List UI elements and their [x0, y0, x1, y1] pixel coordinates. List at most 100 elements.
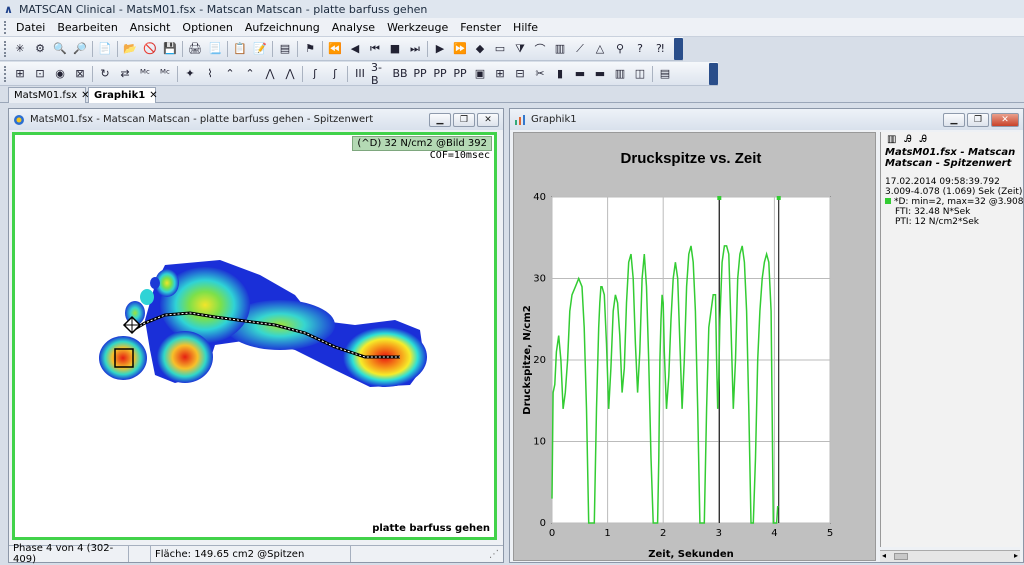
toolbar-separator: [227, 40, 228, 57]
toolbar2-button-3-icon[interactable]: ⊠: [71, 65, 89, 83]
toolbar1-button-14-icon[interactable]: 📋: [231, 40, 249, 58]
toolbar2-button-0-icon[interactable]: ⊞: [11, 65, 29, 83]
legend-scrollbar[interactable]: ◂ ▸: [880, 550, 1020, 562]
toolbar1-button-28-icon[interactable]: ⏩: [451, 40, 469, 58]
toolbar2-button-13-icon[interactable]: ⌃: [241, 65, 259, 83]
toolbar1-button-0-icon[interactable]: ✳: [11, 40, 29, 58]
menu-item-hilfe[interactable]: Hilfe: [507, 21, 544, 34]
scroll-right-icon[interactable]: ▸: [1014, 551, 1018, 560]
toolbar1-button-3-icon[interactable]: 🔎: [71, 40, 89, 58]
close-icon[interactable]: ✕: [149, 90, 157, 101]
toolbar2-button-31-icon[interactable]: ▬: [571, 65, 589, 83]
menu-item-analyse[interactable]: Analyse: [326, 21, 381, 34]
menu-item-ansicht[interactable]: Ansicht: [124, 21, 177, 34]
toolbar2-button-7-icon[interactable]: ᴹᶜ: [136, 65, 154, 83]
minimize-button[interactable]: ▁: [429, 112, 451, 127]
toolbar1-button-25-icon[interactable]: ⏭: [406, 40, 424, 58]
toolbar2-button-26-icon[interactable]: ▣: [471, 65, 489, 83]
toolbar2-button-5-icon[interactable]: ↻: [96, 65, 114, 83]
menu-item-optionen[interactable]: Optionen: [176, 21, 238, 34]
toolbar1-button-21-icon[interactable]: ⏪: [326, 40, 344, 58]
toolbar1-button-35-icon[interactable]: △: [591, 40, 609, 58]
toolbar2-button-1-icon[interactable]: ⊡: [31, 65, 49, 83]
toolbar2-button-36-icon[interactable]: ▤: [656, 65, 674, 83]
toolbar2-button-17-icon[interactable]: ʃ: [306, 65, 324, 83]
toolbar2-button-27-icon[interactable]: ⊞: [491, 65, 509, 83]
toolbar2-button-14-icon[interactable]: ⋀: [261, 65, 279, 83]
pressure-map-canvas[interactable]: (^D) 32 N/cm2 @Bild 392 COF=10msec platt…: [12, 132, 497, 540]
toolbar2-button-21-icon[interactable]: 3-B: [371, 61, 389, 87]
toolbar1-button-19-icon[interactable]: ⚑: [301, 40, 319, 58]
toolbar1-button-12-icon[interactable]: 📃: [206, 40, 224, 58]
toolbar1-button-2-icon[interactable]: 🔍: [51, 40, 69, 58]
toolbar1-button-23-icon[interactable]: ⏮: [366, 40, 384, 58]
toolbar1-button-38-icon[interactable]: ⁈: [651, 40, 669, 58]
toolbar2-button-20-icon[interactable]: III: [351, 65, 369, 83]
toolbar2-button-28-icon[interactable]: ⊟: [511, 65, 529, 83]
toolbar1-button-9-icon[interactable]: 💾: [161, 40, 179, 58]
tab-graphik1[interactable]: Graphik1 ✕: [88, 87, 158, 103]
toolbar1-button-27-icon[interactable]: ▶: [431, 40, 449, 58]
restore-button[interactable]: ❐: [453, 112, 475, 127]
toolbar2-button-15-icon[interactable]: ⋀: [281, 65, 299, 83]
toolbar2-button-23-icon[interactable]: PP: [411, 65, 429, 83]
toolbar1-button-30-icon[interactable]: ▭: [491, 40, 509, 58]
toolbar1-button-34-icon[interactable]: ⟋: [571, 40, 589, 58]
toolbar2-button-18-icon[interactable]: ʃ: [326, 65, 344, 83]
restore-button[interactable]: ❐: [967, 112, 989, 127]
toolbar2-button-22-icon[interactable]: BB: [391, 65, 409, 83]
menubar-grip[interactable]: [4, 20, 8, 34]
toolbar1-button-24-icon[interactable]: ■: [386, 40, 404, 58]
minimize-button[interactable]: ▁: [943, 112, 965, 127]
toolbar1-button-1-icon[interactable]: ⚙: [31, 40, 49, 58]
toolbar2-button-30-icon[interactable]: ▮: [551, 65, 569, 83]
chart-settings-icon[interactable]: ▥: [887, 134, 896, 145]
toolbar2-button-11-icon[interactable]: ⌇: [201, 65, 219, 83]
toolbar1-button-7-icon[interactable]: 📂: [121, 40, 139, 58]
toolbar1-button-22-icon[interactable]: ◀: [346, 40, 364, 58]
toolbar1-button-32-icon[interactable]: ⌒: [531, 40, 549, 58]
toolbar1-button-8-icon[interactable]: 🚫: [141, 40, 159, 58]
toolbar2-button-24-icon[interactable]: PP: [431, 65, 449, 83]
toolbar2-button-34-icon[interactable]: ◫: [631, 65, 649, 83]
toolbar1-button-11-icon[interactable]: 🖨: [186, 40, 204, 58]
toolbar1-button-29-icon[interactable]: ◆: [471, 40, 489, 58]
toolbar-grip[interactable]: [4, 65, 8, 82]
toolbar2-button-25-icon[interactable]: PP: [451, 65, 469, 83]
menu-item-aufzeichnung[interactable]: Aufzeichnung: [239, 21, 326, 34]
axis-scale-icon[interactable]: Ꭿ: [920, 134, 927, 145]
toolbar1-button-36-icon[interactable]: ⚲: [611, 40, 629, 58]
y-tick-label: 20: [533, 355, 546, 366]
toolbar2-button-29-icon[interactable]: ✂: [531, 65, 549, 83]
toolbar1-button-5-icon[interactable]: 📄: [96, 40, 114, 58]
toolbar2-button-33-icon[interactable]: ▥: [611, 65, 629, 83]
toolbar2-button-32-icon[interactable]: ▬: [591, 65, 609, 83]
menu-item-fenster[interactable]: Fenster: [454, 21, 507, 34]
toolbar2-button-12-icon[interactable]: ⌃: [221, 65, 239, 83]
scroll-left-icon[interactable]: ◂: [882, 551, 886, 560]
resize-grip-icon[interactable]: ⋰: [489, 549, 503, 560]
chart-icon: [514, 114, 526, 126]
toolbar-overflow-button[interactable]: [709, 62, 718, 85]
toolbar1-button-37-icon[interactable]: ?: [631, 40, 649, 58]
menu-item-werkzeuge[interactable]: Werkzeuge: [381, 21, 454, 34]
menu-item-bearbeiten[interactable]: Bearbeiten: [51, 21, 123, 34]
chart-panel[interactable]: Druckspitze vs. Zeit 0 1 2 3 4 5 0 10 20 30 40 Zeit,…: [513, 132, 876, 561]
toolbar1-button-17-icon[interactable]: ▤: [276, 40, 294, 58]
close-button[interactable]: ✕: [477, 112, 499, 127]
axis-icon[interactable]: Ꭿ: [904, 134, 911, 145]
toolbar2-button-2-icon[interactable]: ◉: [51, 65, 69, 83]
tab-matsm01[interactable]: MatsM01.fsx ✕: [8, 87, 89, 103]
toolbar2-button-6-icon[interactable]: ⇄: [116, 65, 134, 83]
toolbar1-button-31-icon[interactable]: ⧩: [511, 40, 529, 58]
toolbar-overflow-button[interactable]: [674, 37, 683, 60]
scroll-thumb[interactable]: [894, 553, 908, 560]
menu-item-datei[interactable]: Datei: [10, 21, 51, 34]
toolbar2-button-10-icon[interactable]: ✦: [181, 65, 199, 83]
toolbar1-button-33-icon[interactable]: ▥: [551, 40, 569, 58]
close-button[interactable]: ✕: [991, 112, 1019, 127]
toolbar2-button-8-icon[interactable]: ᴹᶜ: [156, 65, 174, 83]
toolbar1-button-15-icon[interactable]: 📝: [251, 40, 269, 58]
toolbar-main: ✳ ⚙ 🔍 🔎 📄 📂 🚫 💾 🖨 📃 📋 📝 ▤ ⚑ ⏪ ◀ ⏮ ■ ⏭ ▶ ⏩ ◆ ▭ ⧩ ⌒ ▥ ⟋ △ ⚲? ⁈: [0, 37, 683, 61]
toolbar-grip[interactable]: [4, 40, 8, 57]
